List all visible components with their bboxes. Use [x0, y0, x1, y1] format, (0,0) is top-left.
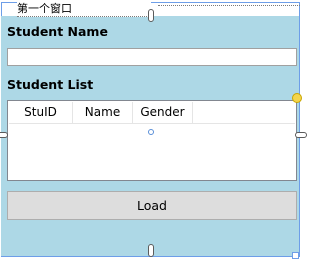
load-button[interactable]: Load: [7, 191, 297, 220]
resize-grip-icon[interactable]: [292, 252, 299, 259]
window-title-text: 第一个窗口: [17, 2, 72, 15]
student-name-label: Student Name: [7, 24, 108, 39]
student-list-view[interactable]: StuID Name Gender: [7, 100, 297, 181]
column-header-stuid[interactable]: StuID: [9, 102, 73, 123]
student-list-header: StuID Name Gender: [9, 102, 295, 124]
layout-anchor-icon: [148, 129, 154, 135]
column-header-gender[interactable]: Gender: [133, 102, 193, 123]
column-header-name[interactable]: Name: [73, 102, 133, 123]
resize-handle-top-icon[interactable]: [148, 9, 154, 22]
resize-handle-bottom-icon[interactable]: [148, 244, 154, 257]
title-bar-strip: [158, 5, 300, 7]
lightbulb-icon[interactable]: [292, 93, 302, 103]
resize-handle-left-icon[interactable]: [0, 132, 8, 138]
student-list-label: Student List: [7, 77, 94, 92]
resize-handle-right-icon[interactable]: [295, 132, 307, 138]
student-name-input[interactable]: [7, 48, 297, 66]
window-title: 第一个窗口: [17, 2, 151, 17]
